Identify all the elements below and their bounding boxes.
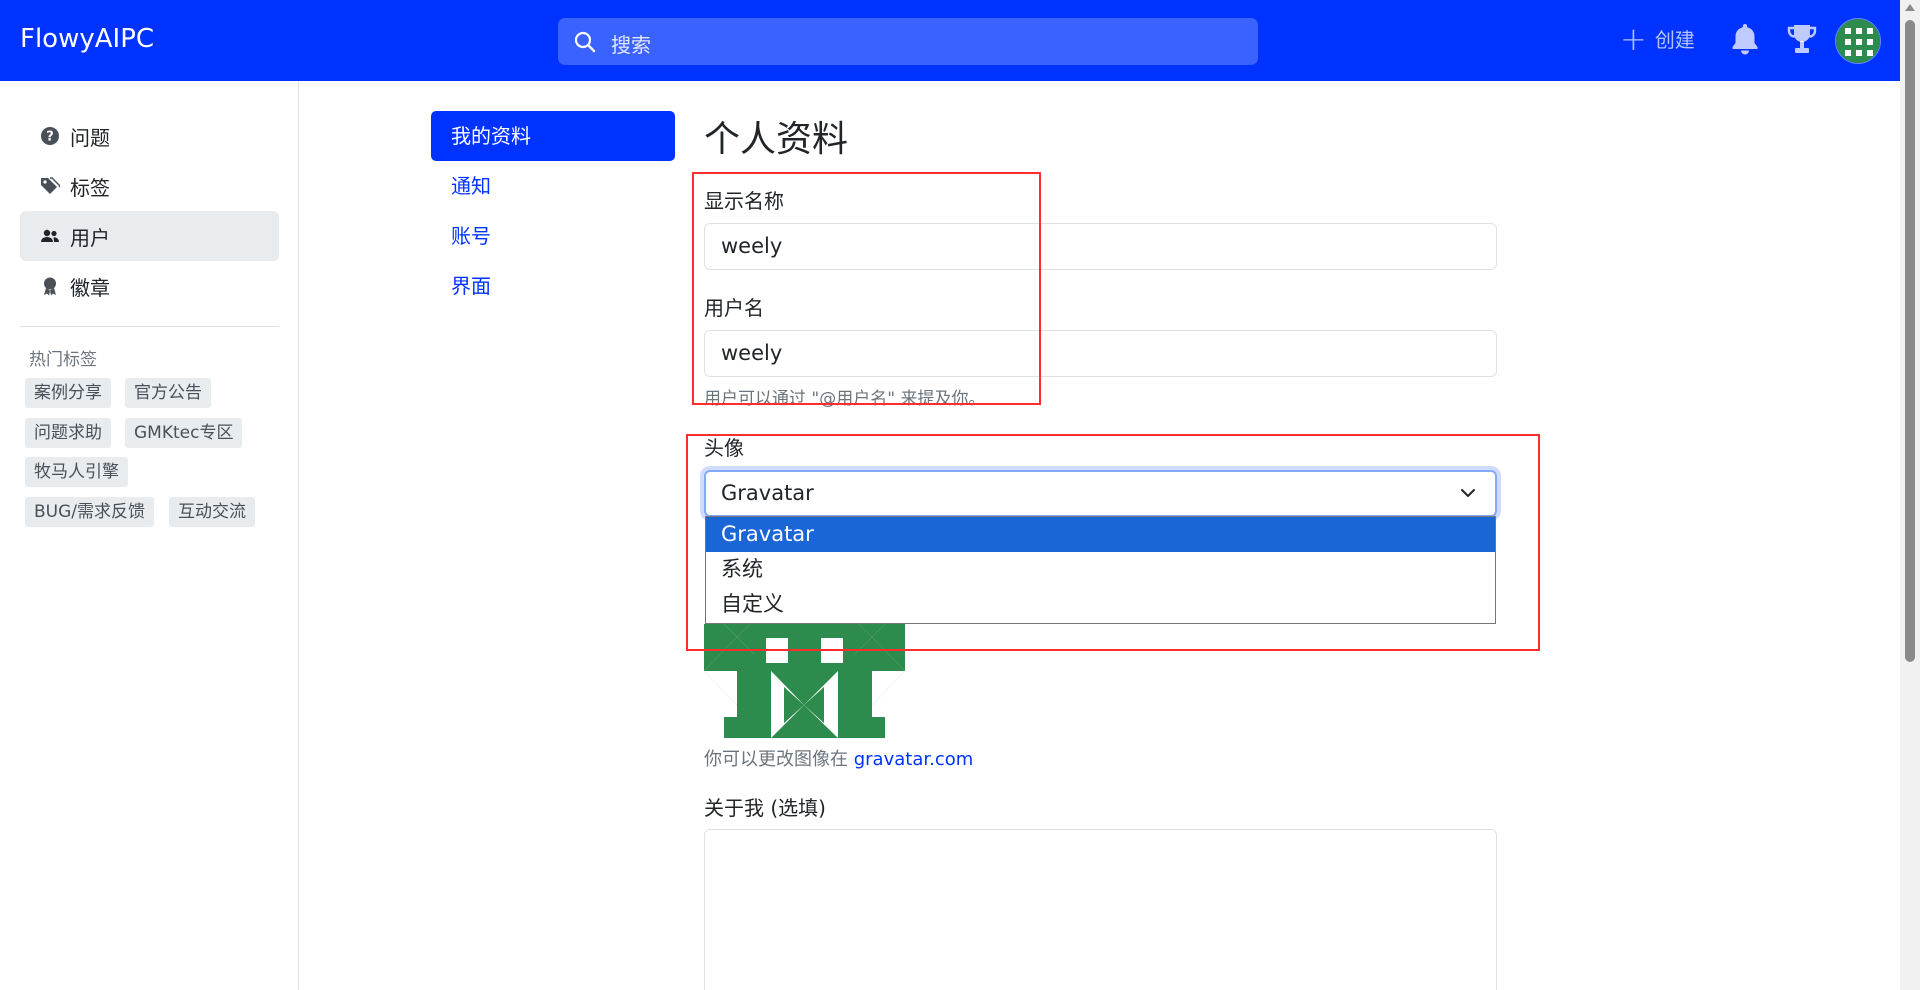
left-sidebar: ? 问题 标签 用户 徽章 热门标签 案例分享 官方公告 问题求助 GMKtec…	[0, 81, 299, 990]
svg-text:?: ?	[46, 130, 54, 145]
sidebar-item-questions[interactable]: ? 问题	[20, 111, 279, 161]
create-label: 创建	[1654, 28, 1695, 52]
trophy-icon[interactable]	[1786, 22, 1818, 60]
settings-tab-notifications[interactable]: 通知	[431, 161, 675, 211]
hot-tag[interactable]: 官方公告	[125, 378, 211, 408]
about-label: 关于我 (选填)	[704, 796, 826, 820]
sidebar-item-label: 用户	[70, 225, 110, 250]
plus-icon: +	[1620, 19, 1647, 58]
people-icon	[40, 226, 60, 246]
page-title: 个人资料	[704, 119, 849, 160]
top-navbar: FlowyAIPC 搜索 + 创建	[0, 0, 1900, 81]
sidebar-item-badges[interactable]: 徽章	[20, 261, 279, 311]
hot-tag[interactable]: GMKtec专区	[125, 418, 243, 448]
brand-logo[interactable]: FlowyAIPC	[20, 24, 154, 54]
settings-tab-profile[interactable]: 我的资料	[431, 111, 675, 161]
hot-tags-title: 热门标签	[29, 350, 97, 370]
hot-tag[interactable]: BUG/需求反馈	[25, 497, 155, 527]
bell-icon[interactable]	[1730, 22, 1760, 60]
hot-tag[interactable]: 问题求助	[25, 418, 111, 448]
about-textarea[interactable]	[704, 829, 1497, 990]
sidebar-item-label: 问题	[70, 125, 110, 150]
page-scrollbar[interactable]	[1900, 0, 1920, 990]
hot-tag[interactable]: 牧马人引擎	[25, 457, 128, 487]
award-icon	[40, 276, 60, 296]
hot-tag[interactable]: 互动交流	[169, 497, 255, 527]
create-button[interactable]: + 创建	[1620, 19, 1695, 58]
sidebar-item-label: 徽章	[70, 275, 110, 300]
sidebar-divider	[20, 326, 279, 327]
sidebar-item-label: 标签	[70, 175, 110, 200]
settings-tab-account[interactable]: 账号	[431, 211, 675, 261]
search-box[interactable]: 搜索	[558, 18, 1258, 65]
tags-icon	[40, 176, 60, 196]
settings-tab-interface[interactable]: 界面	[431, 261, 675, 311]
search-input[interactable]: 搜索	[611, 29, 651, 58]
search-icon	[574, 31, 596, 53]
gravatar-link[interactable]: gravatar.com	[854, 749, 974, 770]
gravatar-hint: 你可以更改图像在 gravatar.com	[704, 745, 973, 771]
sidebar-item-users[interactable]: 用户	[20, 211, 279, 261]
scroll-thumb[interactable]	[1905, 20, 1915, 662]
gravatar-hint-text: 你可以更改图像在	[704, 749, 848, 770]
annotation-box	[692, 172, 1041, 405]
sidebar-item-tags[interactable]: 标签	[20, 161, 279, 211]
scroll-up-arrow-icon[interactable]	[1905, 4, 1915, 11]
hot-tag[interactable]: 案例分享	[25, 378, 111, 408]
question-circle-icon: ?	[40, 126, 60, 146]
user-avatar[interactable]	[1835, 18, 1881, 64]
annotation-box	[686, 434, 1540, 651]
